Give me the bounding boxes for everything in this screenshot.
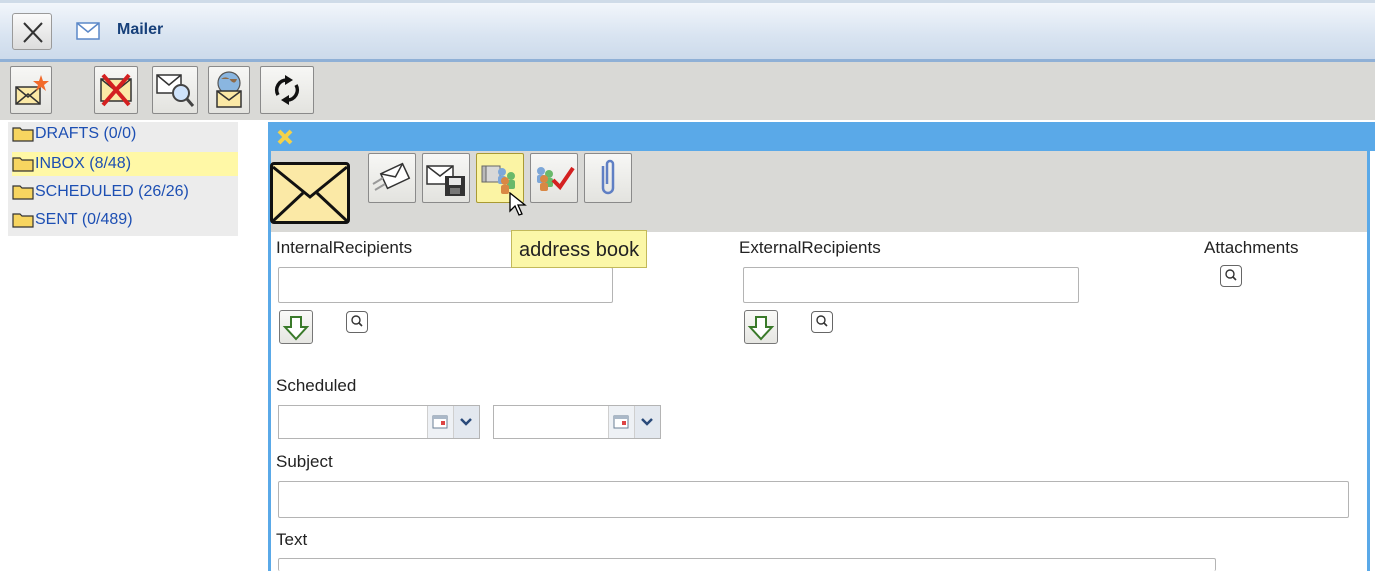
subject-input[interactable]: [278, 481, 1349, 518]
chevron-down-icon[interactable]: [453, 406, 479, 438]
scheduled-time-input[interactable]: [494, 406, 608, 438]
new-envelope-star-icon: [15, 75, 49, 105]
delete-mail-button[interactable]: [94, 66, 138, 114]
folder-label: SCHEDULED (26/26): [35, 183, 189, 200]
arrow-down-icon: [747, 316, 775, 341]
folder-label: DRAFTS (0/0): [35, 125, 137, 142]
attachments-label: Attachments: [1204, 238, 1299, 257]
internal-recipients-input[interactable]: [278, 267, 613, 303]
search-internal-button[interactable]: [346, 311, 368, 333]
envelope-magnifier-icon: [156, 74, 195, 107]
address-book-tooltip: address book: [511, 230, 648, 268]
folder-sent[interactable]: SENT (0/489): [12, 208, 238, 232]
browse-attachments-button[interactable]: [1220, 265, 1242, 287]
folder-icon: [12, 185, 34, 200]
envelope-red-x-icon: [100, 73, 132, 107]
arrow-down-icon: [282, 316, 310, 341]
magnifier-icon: [1225, 269, 1237, 281]
folder-inbox[interactable]: INBOX (8/48): [12, 152, 238, 176]
envelope-icon: [76, 22, 100, 40]
folder-drafts[interactable]: DRAFTS (0/0): [12, 122, 238, 146]
folder-icon: [12, 127, 34, 142]
users-check-icon: [537, 166, 575, 191]
mouse-cursor-icon: [509, 192, 527, 216]
message-text-area[interactable]: [278, 558, 1216, 571]
close-yellow-x-icon[interactable]: [276, 128, 294, 146]
close-button[interactable]: [12, 13, 52, 50]
folder-icon: [12, 157, 34, 172]
globe-envelope-icon: [216, 71, 242, 108]
envelope-icon: [270, 162, 350, 224]
main-toolbar: [0, 62, 1375, 120]
check-recipients-button[interactable]: [530, 153, 578, 203]
send-button[interactable]: [368, 153, 416, 203]
external-recipients-label: ExternalRecipients: [739, 238, 881, 257]
folder-label: INBOX (8/48): [35, 155, 132, 172]
add-internal-recipient-button[interactable]: [279, 310, 313, 344]
scheduled-date-input[interactable]: [279, 406, 427, 438]
web-mail-button[interactable]: [208, 66, 250, 114]
scheduled-time-picker[interactable]: [493, 405, 661, 439]
folder-list: DRAFTS (0/0) INBOX (8/48) SCHEDULED (26/…: [8, 122, 238, 236]
chevron-down-icon[interactable]: [634, 406, 660, 438]
new-mail-button[interactable]: [10, 66, 52, 114]
search-mail-button[interactable]: [152, 66, 198, 114]
text-label: Text: [276, 530, 308, 549]
add-external-recipient-button[interactable]: [744, 310, 778, 344]
send-envelope-icon: [372, 162, 411, 191]
compose-header: [268, 122, 1375, 151]
magnifier-icon: [351, 315, 363, 327]
scheduled-label: Scheduled: [276, 376, 357, 395]
refresh-icon: [274, 75, 300, 105]
folder-scheduled[interactable]: SCHEDULED (26/26): [12, 180, 238, 204]
external-recipients-input[interactable]: [743, 267, 1079, 303]
window-title: Mailer: [117, 21, 164, 38]
folder-label: SENT (0/489): [35, 211, 133, 228]
calendar-icon[interactable]: [608, 406, 634, 438]
internal-recipients-label: InternalRecipients: [276, 238, 413, 257]
title-bar: [0, 0, 1375, 62]
paperclip-icon: [601, 159, 615, 195]
attach-button[interactable]: [584, 153, 632, 203]
calendar-icon[interactable]: [427, 406, 453, 438]
refresh-button[interactable]: [260, 66, 314, 114]
subject-label: Subject: [276, 452, 333, 471]
scheduled-date-picker[interactable]: [278, 405, 480, 439]
magnifier-icon: [816, 315, 828, 327]
close-x-icon: [23, 22, 43, 43]
save-envelope-icon: [426, 165, 465, 196]
folder-icon: [12, 213, 34, 228]
search-external-button[interactable]: [811, 311, 833, 333]
save-draft-button[interactable]: [422, 153, 470, 203]
